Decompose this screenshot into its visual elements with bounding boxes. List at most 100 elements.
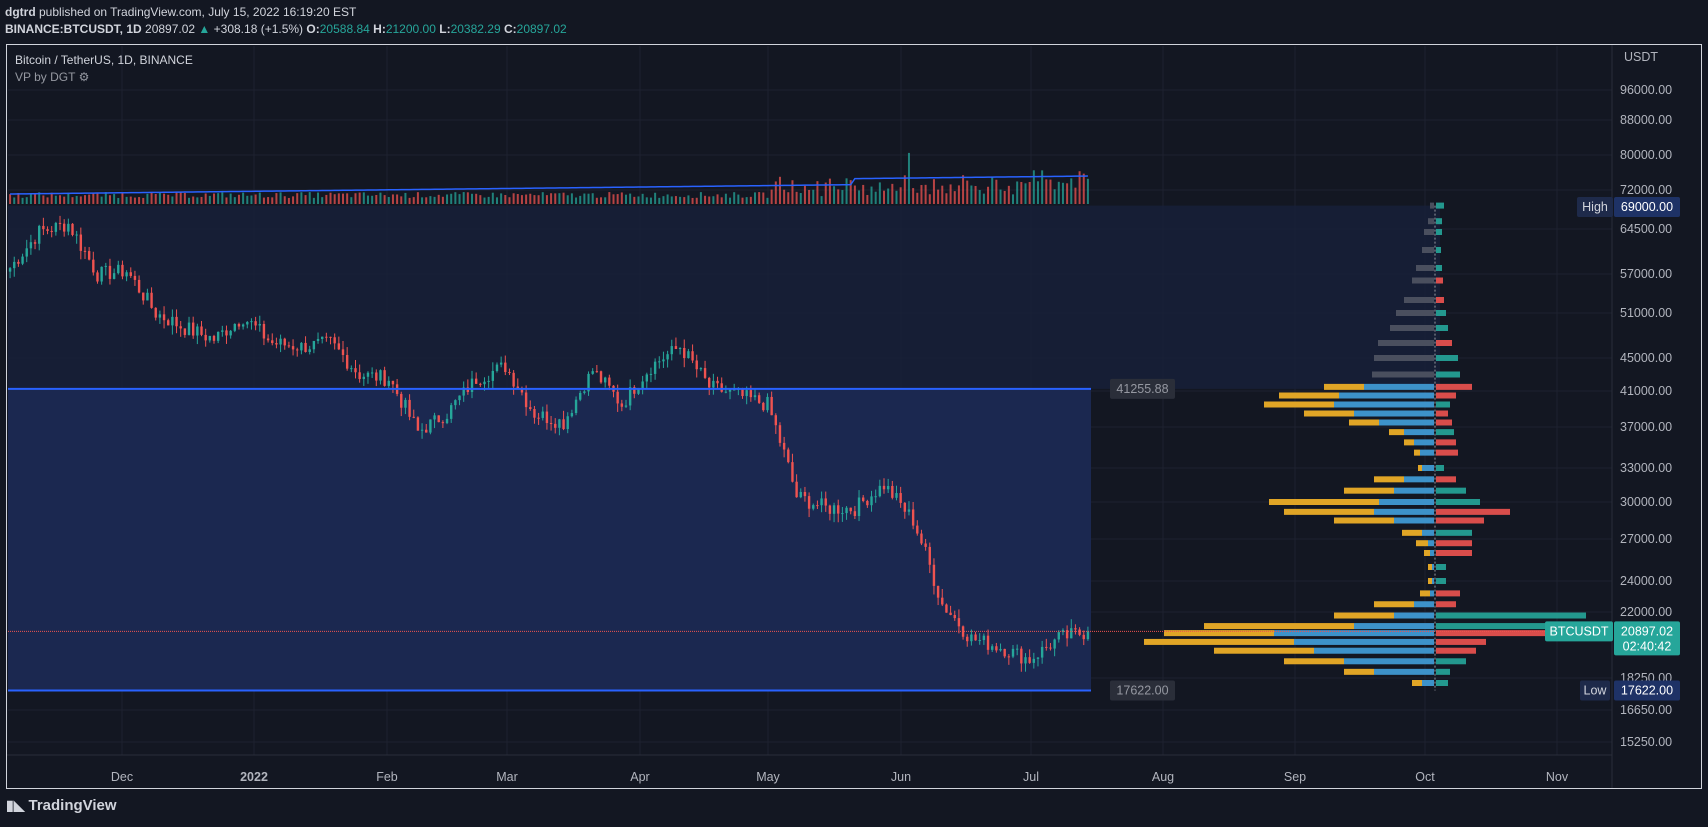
volume-bar [396,194,399,204]
candle-body [803,492,807,497]
vp-sell-bar [1349,419,1379,426]
volume-bar [583,193,586,204]
volume-bar [778,176,781,204]
tradingview-logo[interactable]: ▮◣ TradingView [6,797,117,814]
vp-delta-bar [1436,499,1480,505]
volume-bar [654,192,657,204]
candle-body [691,351,694,361]
candle-body [137,279,141,293]
volume-bar [512,193,515,204]
vp-sell-bar [1374,601,1414,608]
volume-bar [1003,190,1006,204]
time-tick-label: Mar [496,770,518,784]
volume-bar [296,193,299,204]
candle-body [949,612,952,616]
candle-body [96,272,99,282]
volume-bar [279,192,282,204]
candle-body [345,354,349,369]
volume-bar [342,193,345,204]
candle-body [470,378,474,392]
candle-body [58,222,62,224]
vp-sell-bar [1269,499,1379,505]
vp-delta-bar [1436,529,1472,536]
candle-body [878,485,882,497]
candle-body [666,354,669,360]
volume-bar [604,197,607,204]
candle-body [146,292,149,301]
volume-bar [267,197,270,204]
candle-body [920,533,923,544]
candle-body [71,223,74,235]
vp-buy-bar [1394,612,1434,619]
volume-bar [441,196,444,204]
time-tick-label: Jun [891,770,911,784]
volume-bar [437,194,440,204]
volume-bar [808,189,811,204]
price-tick-label: 15250.00 [1620,735,1672,749]
candle-body [1053,639,1056,649]
vp-buy-bar [1396,310,1434,316]
vp-delta-bar [1436,476,1456,483]
volume-bar [724,193,727,204]
volume-bar [421,197,424,204]
volume-bar [874,191,877,204]
candle-body [279,338,282,345]
volume-bar [254,194,257,204]
volume-bar [853,185,856,204]
vp-buy-bar [1404,297,1434,303]
volume-bar [525,194,528,204]
indicator-label[interactable]: VP by DGT ⚙ [15,70,89,84]
candle-body [895,493,898,498]
vp-buy-bar [1379,419,1434,426]
volume-bar [246,195,249,204]
vp-sell-bar [1404,439,1414,446]
candle-body [712,380,715,388]
candle-body [429,419,432,433]
price-chart[interactable]: 96000.00 88000.00 80000.00 72000.00 64500.00… [0,0,1708,827]
candle-body [1040,646,1044,658]
volume-bar [196,197,199,204]
volume-bar [34,193,37,204]
candle-body [886,486,890,490]
time-tick-label: Sep [1284,770,1306,784]
candle-body [175,316,178,327]
volume-bar [828,178,831,204]
chart-title: Bitcoin / TetherUS, 1D, BINANCE [15,53,193,67]
candle-body [487,380,490,382]
candle-body [774,415,778,426]
volume-bar [50,192,53,204]
indicator-settings-icon[interactable]: ⚙ [79,70,90,84]
candle-body [749,390,753,398]
candle-body [408,399,411,417]
volume-bar [371,195,374,204]
vp-delta-bar [1436,355,1458,361]
volume-bar [500,193,503,204]
volume-bar [683,197,686,204]
candle-body [529,407,532,410]
volume-bar [662,196,665,204]
candle-body [853,511,857,516]
volume-bar [974,185,977,204]
volume-bar [171,196,174,204]
volume-bar [192,196,195,204]
candle-body [512,372,515,387]
volume-bar [1020,181,1023,204]
candle-body [167,320,170,326]
volume-bar [737,194,740,204]
volume-bar [878,182,881,204]
candle-body [42,225,45,230]
candle-body [212,335,216,341]
volume-bar [92,192,95,204]
range-boxes [8,205,1440,691]
volume-bar [999,189,1002,204]
tradingview-mark-icon: ▮◣ [6,797,25,813]
volume-bar [317,192,320,204]
candle-body [404,399,407,408]
volume-bar [787,192,790,204]
volume-bar [733,192,736,204]
volume-bar [595,197,598,204]
candle-body [653,361,657,374]
candle-body [728,389,732,392]
price-tick-label: 33000.00 [1620,461,1672,475]
candle-body [970,634,973,642]
